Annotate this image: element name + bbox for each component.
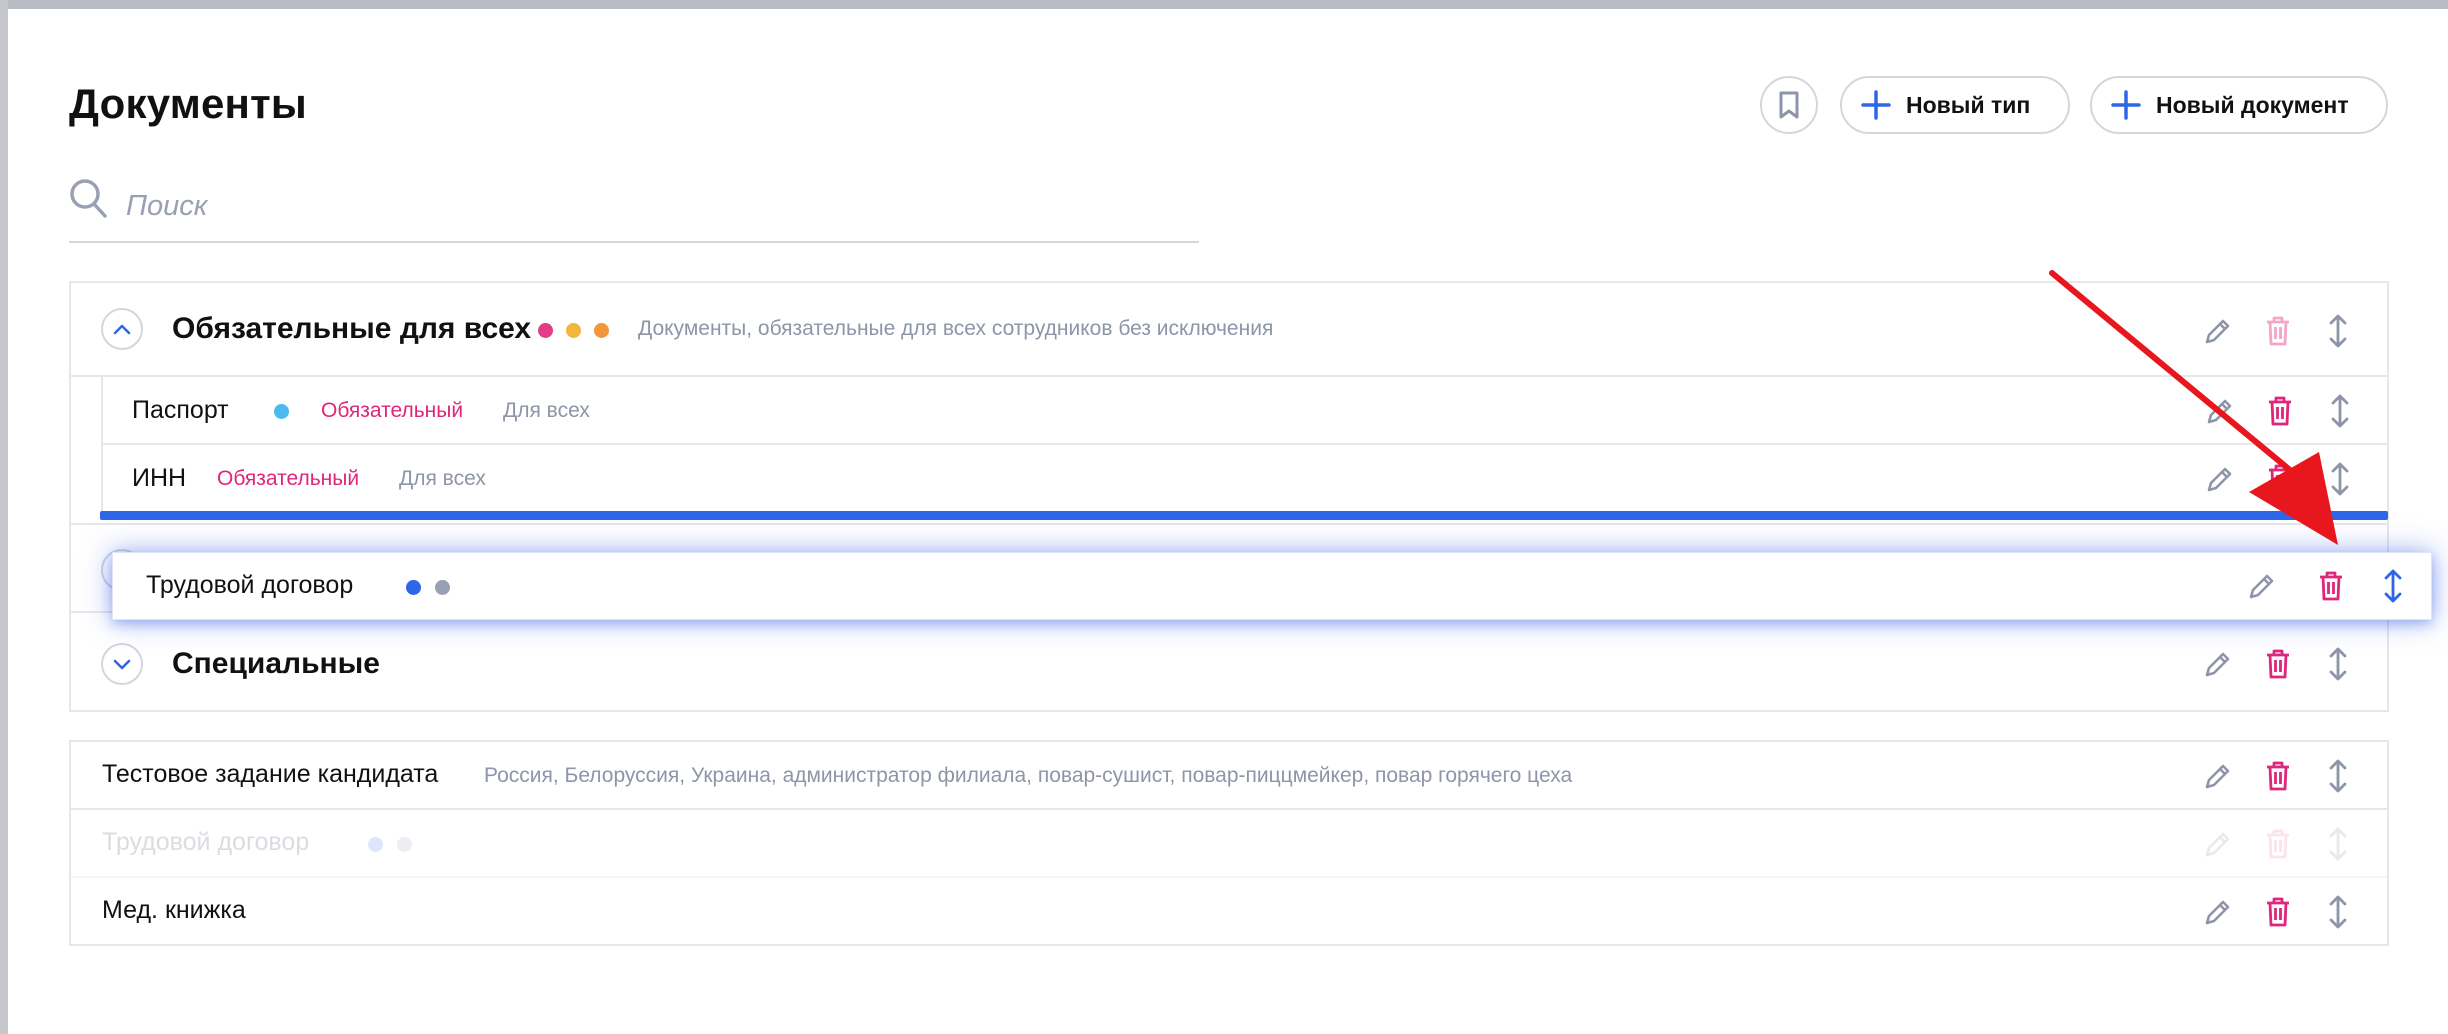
annotation-arrow xyxy=(2049,270,2338,545)
